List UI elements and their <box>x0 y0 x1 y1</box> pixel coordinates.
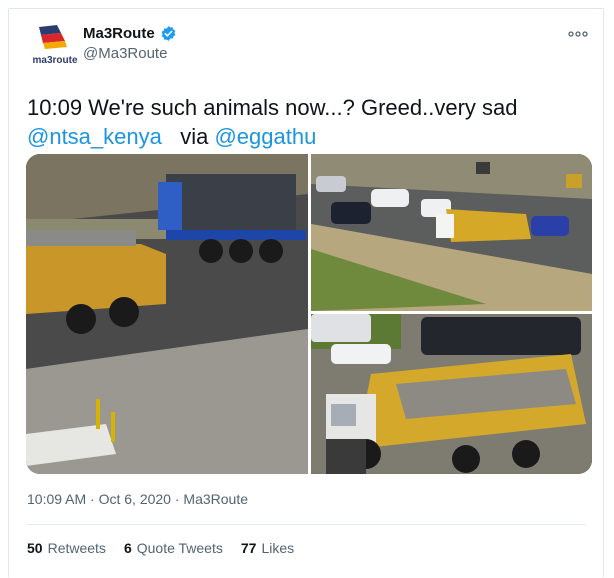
tweet-timestamp[interactable]: 10:09 AM · Oct 6, 2020 · Ma3Route <box>27 491 248 507</box>
mention-eggathu[interactable]: @eggathu <box>214 124 316 149</box>
tweet-card: ma3route Ma3Route @Ma3Route 10:09 We're … <box>8 8 604 578</box>
photo-2[interactable] <box>311 154 592 311</box>
tweet-media[interactable] <box>26 154 592 474</box>
user-handle[interactable]: @Ma3Route <box>83 45 177 62</box>
user-info[interactable]: Ma3Route @Ma3Route <box>83 25 177 62</box>
quotes-label: Quote Tweets <box>136 540 223 556</box>
tweet-body: 10:09 We're such animals now...? Greed..… <box>27 95 518 120</box>
engagement-stats: 50 Retweets 6 Quote Tweets 77 Likes <box>27 540 294 556</box>
likes-label: Likes <box>261 540 295 556</box>
mention-ntsa[interactable]: @ntsa_kenya <box>27 124 162 149</box>
quotes-count: 6 <box>123 540 132 556</box>
photo-3[interactable] <box>311 314 592 474</box>
verified-badge-icon <box>161 26 176 41</box>
display-name[interactable]: Ma3Route <box>83 25 155 42</box>
tweet-text: 10:09 We're such animals now...? Greed..… <box>27 93 587 151</box>
via-label: via <box>180 124 209 149</box>
retweets-stat[interactable]: 50 Retweets <box>27 540 106 556</box>
likes-count: 77 <box>240 540 257 556</box>
divider-top <box>26 524 586 525</box>
media-grid <box>26 154 592 474</box>
logo-text: ma3route <box>32 55 77 66</box>
photo-1[interactable] <box>26 154 308 474</box>
retweets-label: Retweets <box>47 540 106 556</box>
quote-tweets-stat[interactable]: 6 Quote Tweets <box>124 540 223 556</box>
ma3route-logo[interactable]: ma3route <box>27 23 83 69</box>
more-options-icon[interactable] <box>567 27 589 41</box>
retweets-count: 50 <box>27 540 43 556</box>
likes-stat[interactable]: 77 Likes <box>241 540 294 556</box>
